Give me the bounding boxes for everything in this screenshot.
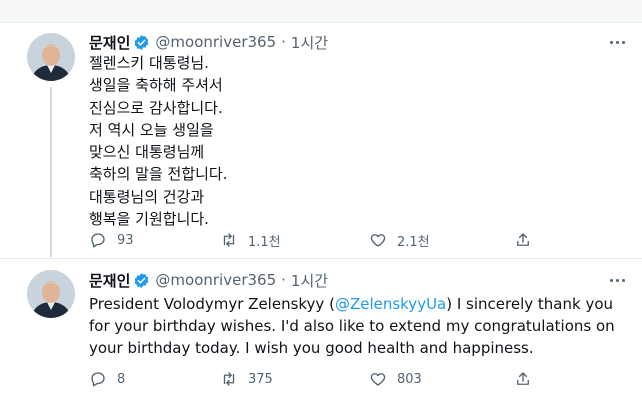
separator: · <box>281 33 286 51</box>
reply-icon <box>91 233 105 248</box>
tweet-actions: 93 1.1천 2.1천 <box>89 230 529 250</box>
like-icon <box>370 373 386 386</box>
share-icon <box>517 372 529 385</box>
timestamp[interactable]: 1시간 <box>291 270 328 291</box>
verified-badge-icon <box>135 34 149 50</box>
reply-count: 93 <box>117 232 134 248</box>
author-name[interactable]: 문재인 <box>89 270 130 291</box>
reply-icon <box>91 372 105 387</box>
separator: · <box>281 271 286 289</box>
timestamp[interactable]: 1시간 <box>291 32 328 53</box>
retweet-icon <box>223 233 235 247</box>
reply-button[interactable]: 93 <box>89 230 134 250</box>
retweet-button[interactable]: 1.1천 <box>220 230 281 250</box>
tweet-english[interactable]: 문재인 @moonriver365 · 1시간 President Volody… <box>0 258 642 401</box>
more-options-icon[interactable] <box>606 32 628 52</box>
author-handle[interactable]: @moonriver365 <box>155 33 276 51</box>
previous-tweet-strip <box>0 0 642 23</box>
tweet-actions: 8 375 803 <box>89 369 529 389</box>
avatar[interactable] <box>27 33 75 81</box>
author-handle[interactable]: @moonriver365 <box>155 271 276 289</box>
avatar[interactable] <box>27 270 75 318</box>
tweet-korean[interactable]: 문재인 @moonriver365 · 1시간 젤렌스키 대통령님. 생일을 축… <box>0 23 642 257</box>
reply-count: 8 <box>117 371 126 387</box>
like-button[interactable]: 2.1천 <box>369 230 430 250</box>
retweet-count: 1.1천 <box>248 234 281 250</box>
reply-button[interactable]: 8 <box>89 369 125 389</box>
tweet-text-part: President Volodymyr Zelenskyy ( <box>89 295 335 313</box>
like-count: 803 <box>397 371 422 387</box>
retweet-count: 375 <box>248 371 273 387</box>
more-options-icon[interactable] <box>606 270 628 290</box>
verified-badge-icon <box>135 272 149 288</box>
tweet-text: President Volodymyr Zelenskyy (@Zelensky… <box>89 293 624 359</box>
retweet-icon <box>223 372 235 386</box>
share-button[interactable] <box>514 230 542 250</box>
tweet-header: 문재인 @moonriver365 · 1시간 <box>89 32 602 52</box>
author-name[interactable]: 문재인 <box>89 32 130 53</box>
tweet-text: 젤렌스키 대통령님. 생일을 축하해 주셔서 진심으로 감사합니다. 저 역시 … <box>89 54 228 229</box>
mention-link[interactable]: @ZelenskyyUa <box>335 295 446 313</box>
share-icon <box>517 233 529 246</box>
thread-connector-line <box>50 87 52 257</box>
retweet-button[interactable]: 375 <box>220 369 273 389</box>
share-button[interactable] <box>514 369 542 389</box>
like-count: 2.1천 <box>397 234 430 250</box>
tweet-header: 문재인 @moonriver365 · 1시간 <box>89 270 602 290</box>
like-button[interactable]: 803 <box>369 369 422 389</box>
like-icon <box>370 234 386 247</box>
